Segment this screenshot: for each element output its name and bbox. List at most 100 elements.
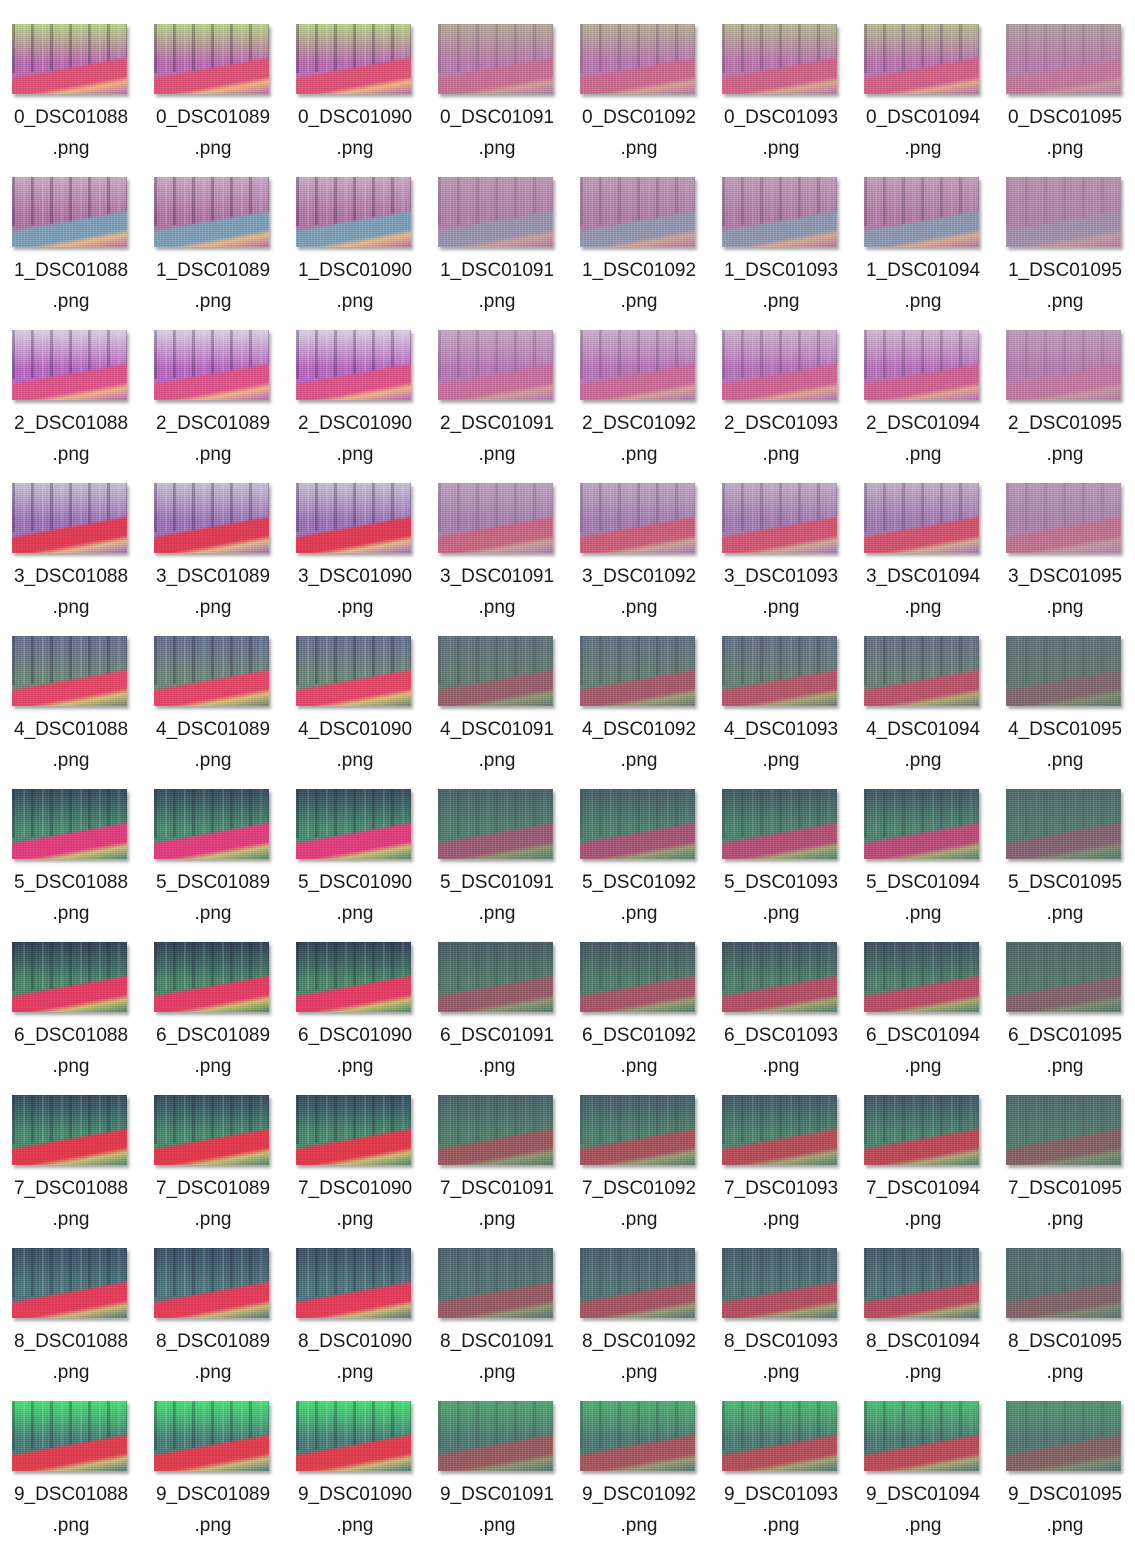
file-item-1_DSC01089[interactable]: 1_DSC01089 .png (142, 177, 280, 327)
image-thumbnail-icon[interactable] (864, 330, 979, 400)
file-item-8_DSC01088[interactable]: 8_DSC01088 .png (0, 1248, 138, 1398)
file-item-3_DSC01091[interactable]: 3_DSC01091 .png (426, 483, 564, 633)
image-thumbnail-icon[interactable] (722, 942, 837, 1012)
image-thumbnail-icon[interactable] (154, 1095, 269, 1165)
file-item-1_DSC01090[interactable]: 1_DSC01090 .png (284, 177, 422, 327)
image-thumbnail-icon[interactable] (296, 636, 411, 706)
image-thumbnail-icon[interactable] (864, 789, 979, 859)
file-item-0_DSC01089[interactable]: 0_DSC01089 .png (142, 24, 280, 174)
file-item-7_DSC01090[interactable]: 7_DSC01090 .png (284, 1095, 422, 1245)
file-item-7_DSC01089[interactable]: 7_DSC01089 .png (142, 1095, 280, 1245)
file-item-5_DSC01090[interactable]: 5_DSC01090 .png (284, 789, 422, 939)
image-thumbnail-icon[interactable] (1006, 942, 1121, 1012)
file-item-9_DSC01090[interactable]: 9_DSC01090 .png (284, 1401, 422, 1549)
image-thumbnail-icon[interactable] (580, 942, 695, 1012)
image-thumbnail-icon[interactable] (12, 1248, 127, 1318)
file-item-1_DSC01091[interactable]: 1_DSC01091 .png (426, 177, 564, 327)
image-thumbnail-icon[interactable] (12, 483, 127, 553)
image-thumbnail-icon[interactable] (438, 789, 553, 859)
file-item-2_DSC01090[interactable]: 2_DSC01090 .png (284, 330, 422, 480)
image-thumbnail-icon[interactable] (580, 177, 695, 247)
image-thumbnail-icon[interactable] (1006, 24, 1121, 94)
image-thumbnail-icon[interactable] (154, 789, 269, 859)
file-item-4_DSC01095[interactable]: 4_DSC01095 .png (994, 636, 1132, 786)
file-item-0_DSC01095[interactable]: 0_DSC01095 .png (994, 24, 1132, 174)
file-item-0_DSC01092[interactable]: 0_DSC01092 .png (568, 24, 706, 174)
file-item-6_DSC01095[interactable]: 6_DSC01095 .png (994, 942, 1132, 1092)
image-thumbnail-icon[interactable] (154, 177, 269, 247)
file-item-9_DSC01092[interactable]: 9_DSC01092 .png (568, 1401, 706, 1549)
image-thumbnail-icon[interactable] (12, 177, 127, 247)
image-thumbnail-icon[interactable] (1006, 330, 1121, 400)
image-thumbnail-icon[interactable] (154, 636, 269, 706)
file-item-1_DSC01093[interactable]: 1_DSC01093 .png (710, 177, 848, 327)
file-item-4_DSC01088[interactable]: 4_DSC01088 .png (0, 636, 138, 786)
image-thumbnail-icon[interactable] (1006, 177, 1121, 247)
image-thumbnail-icon[interactable] (154, 1401, 269, 1471)
file-item-0_DSC01093[interactable]: 0_DSC01093 .png (710, 24, 848, 174)
image-thumbnail-icon[interactable] (438, 1401, 553, 1471)
image-thumbnail-icon[interactable] (12, 330, 127, 400)
image-thumbnail-icon[interactable] (580, 1248, 695, 1318)
file-item-3_DSC01092[interactable]: 3_DSC01092 .png (568, 483, 706, 633)
image-thumbnail-icon[interactable] (864, 1095, 979, 1165)
file-item-3_DSC01088[interactable]: 3_DSC01088 .png (0, 483, 138, 633)
file-item-4_DSC01091[interactable]: 4_DSC01091 .png (426, 636, 564, 786)
file-item-8_DSC01092[interactable]: 8_DSC01092 .png (568, 1248, 706, 1398)
image-thumbnail-icon[interactable] (864, 177, 979, 247)
image-thumbnail-icon[interactable] (438, 24, 553, 94)
file-item-5_DSC01095[interactable]: 5_DSC01095 .png (994, 789, 1132, 939)
file-item-5_DSC01093[interactable]: 5_DSC01093 .png (710, 789, 848, 939)
image-thumbnail-icon[interactable] (1006, 789, 1121, 859)
file-item-0_DSC01094[interactable]: 0_DSC01094 .png (852, 24, 990, 174)
image-thumbnail-icon[interactable] (1006, 636, 1121, 706)
file-item-1_DSC01092[interactable]: 1_DSC01092 .png (568, 177, 706, 327)
image-thumbnail-icon[interactable] (296, 789, 411, 859)
image-thumbnail-icon[interactable] (1006, 1401, 1121, 1471)
file-item-2_DSC01088[interactable]: 2_DSC01088 .png (0, 330, 138, 480)
file-item-7_DSC01092[interactable]: 7_DSC01092 .png (568, 1095, 706, 1245)
image-thumbnail-icon[interactable] (722, 789, 837, 859)
image-thumbnail-icon[interactable] (722, 1248, 837, 1318)
image-thumbnail-icon[interactable] (154, 942, 269, 1012)
image-thumbnail-icon[interactable] (864, 1401, 979, 1471)
image-thumbnail-icon[interactable] (722, 483, 837, 553)
file-item-7_DSC01088[interactable]: 7_DSC01088 .png (0, 1095, 138, 1245)
image-thumbnail-icon[interactable] (438, 1248, 553, 1318)
image-thumbnail-icon[interactable] (580, 24, 695, 94)
file-item-9_DSC01088[interactable]: 9_DSC01088 .png (0, 1401, 138, 1549)
file-item-0_DSC01091[interactable]: 0_DSC01091 .png (426, 24, 564, 174)
file-item-1_DSC01088[interactable]: 1_DSC01088 .png (0, 177, 138, 327)
image-thumbnail-icon[interactable] (12, 24, 127, 94)
file-item-8_DSC01089[interactable]: 8_DSC01089 .png (142, 1248, 280, 1398)
image-thumbnail-icon[interactable] (722, 24, 837, 94)
file-item-9_DSC01093[interactable]: 9_DSC01093 .png (710, 1401, 848, 1549)
file-item-7_DSC01091[interactable]: 7_DSC01091 .png (426, 1095, 564, 1245)
image-thumbnail-icon[interactable] (722, 177, 837, 247)
file-item-9_DSC01094[interactable]: 9_DSC01094 .png (852, 1401, 990, 1549)
file-item-5_DSC01091[interactable]: 5_DSC01091 .png (426, 789, 564, 939)
image-thumbnail-icon[interactable] (12, 942, 127, 1012)
image-thumbnail-icon[interactable] (580, 636, 695, 706)
image-thumbnail-icon[interactable] (438, 177, 553, 247)
image-thumbnail-icon[interactable] (580, 789, 695, 859)
image-thumbnail-icon[interactable] (864, 636, 979, 706)
file-item-6_DSC01091[interactable]: 6_DSC01091 .png (426, 942, 564, 1092)
file-item-1_DSC01095[interactable]: 1_DSC01095 .png (994, 177, 1132, 327)
image-thumbnail-icon[interactable] (12, 789, 127, 859)
image-thumbnail-icon[interactable] (296, 942, 411, 1012)
image-thumbnail-icon[interactable] (580, 1401, 695, 1471)
image-thumbnail-icon[interactable] (1006, 1248, 1121, 1318)
image-thumbnail-icon[interactable] (12, 1401, 127, 1471)
image-thumbnail-icon[interactable] (722, 1095, 837, 1165)
image-thumbnail-icon[interactable] (438, 330, 553, 400)
image-thumbnail-icon[interactable] (864, 483, 979, 553)
file-item-5_DSC01088[interactable]: 5_DSC01088 .png (0, 789, 138, 939)
file-item-4_DSC01092[interactable]: 4_DSC01092 .png (568, 636, 706, 786)
file-item-4_DSC01090[interactable]: 4_DSC01090 .png (284, 636, 422, 786)
file-item-6_DSC01094[interactable]: 6_DSC01094 .png (852, 942, 990, 1092)
image-thumbnail-icon[interactable] (438, 483, 553, 553)
image-thumbnail-icon[interactable] (296, 177, 411, 247)
file-item-3_DSC01094[interactable]: 3_DSC01094 .png (852, 483, 990, 633)
file-item-1_DSC01094[interactable]: 1_DSC01094 .png (852, 177, 990, 327)
